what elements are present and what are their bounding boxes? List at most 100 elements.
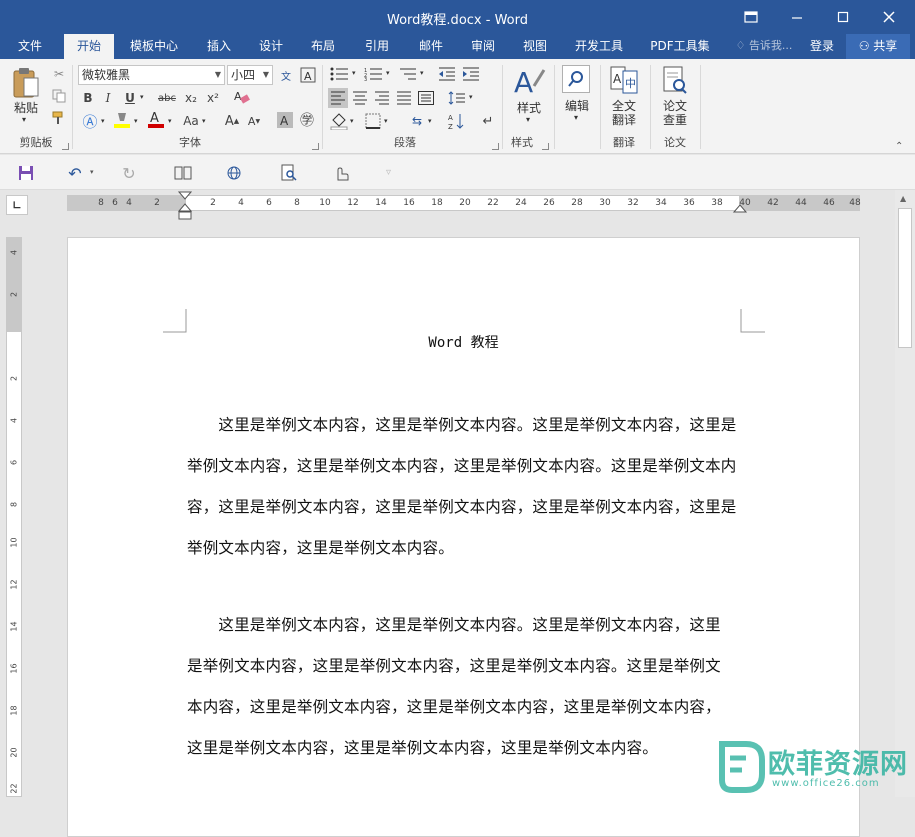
- phonetic-guide-button[interactable]: 文: [276, 65, 296, 85]
- tab-home[interactable]: 开始: [64, 34, 114, 59]
- ribbon-display-options-button[interactable]: [728, 4, 774, 30]
- tab-pdf-tools[interactable]: PDF工具集: [644, 34, 716, 59]
- shading-button[interactable]: [328, 111, 350, 131]
- increase-indent-button[interactable]: [460, 65, 482, 83]
- save-button[interactable]: [16, 163, 36, 183]
- justify-button[interactable]: [394, 88, 414, 108]
- borders-button[interactable]: [362, 111, 384, 131]
- tab-mailings[interactable]: 邮件: [410, 34, 452, 59]
- document-header[interactable]: Word 教程: [67, 332, 860, 352]
- maximize-button[interactable]: [820, 4, 866, 30]
- styles-dialog-launcher[interactable]: [542, 143, 549, 150]
- full-text-translate-button[interactable]: A中: [608, 65, 640, 95]
- align-center-button[interactable]: [350, 88, 370, 108]
- right-indent-marker[interactable]: [733, 203, 747, 213]
- scrollbar-thumb[interactable]: [898, 208, 912, 348]
- tab-review[interactable]: 审阅: [462, 34, 504, 59]
- vertical-scrollbar[interactable]: ▲: [895, 190, 915, 797]
- paragraph-dialog-launcher[interactable]: [492, 143, 499, 150]
- copy-button[interactable]: [50, 87, 68, 105]
- multilevel-list-button[interactable]: [396, 65, 420, 83]
- show-formatting-marks-button[interactable]: ↵: [478, 111, 498, 131]
- line-spacing-button[interactable]: [446, 88, 468, 108]
- editing-button[interactable]: [562, 65, 590, 93]
- bullets-dropdown-arrow[interactable]: ▾: [352, 69, 356, 77]
- clipboard-dialog-launcher[interactable]: [62, 143, 69, 150]
- font-color-button[interactable]: A: [146, 109, 166, 131]
- paragraph-2[interactable]: 这里是举例文本内容，这里是举例文本内容。这里是举例文本内容，这里 是举例文本内容…: [187, 605, 747, 769]
- bullets-button[interactable]: [328, 65, 352, 83]
- tab-template-center[interactable]: 模板中心: [122, 34, 186, 59]
- chinese-layout-button[interactable]: ⇆: [406, 111, 428, 131]
- web-layout-button[interactable]: [224, 163, 246, 183]
- shrink-font-button[interactable]: A ▼: [246, 111, 262, 131]
- paste-dropdown-arrow[interactable]: ▾: [22, 115, 26, 124]
- character-border-button[interactable]: A: [298, 65, 318, 85]
- tab-insert[interactable]: 插入: [198, 34, 240, 59]
- tab-layout[interactable]: 布局: [302, 34, 344, 59]
- print-preview-button[interactable]: [278, 163, 300, 183]
- bold-button[interactable]: B: [80, 89, 96, 107]
- customize-qat-button[interactable]: ▿: [386, 167, 391, 178]
- highlight-dropdown-arrow[interactable]: ▾: [134, 117, 138, 125]
- tab-view[interactable]: 视图: [514, 34, 556, 59]
- touch-mode-button[interactable]: [330, 163, 352, 183]
- chinese-layout-dropdown-arrow[interactable]: ▾: [428, 117, 432, 125]
- numbering-button[interactable]: 123: [362, 65, 386, 83]
- sort-button[interactable]: AZ: [446, 111, 468, 131]
- paste-button[interactable]: [8, 65, 44, 101]
- tab-developer[interactable]: 开发工具: [566, 34, 632, 59]
- redo-button[interactable]: ↻: [118, 163, 140, 183]
- font-color-dropdown-arrow[interactable]: ▾: [168, 117, 172, 125]
- text-effects-dropdown-arrow[interactable]: ▾: [101, 117, 105, 125]
- align-left-button[interactable]: [328, 88, 348, 108]
- share-button[interactable]: ⚇ 共享: [846, 34, 910, 59]
- enclose-characters-button[interactable]: ㊫: [298, 111, 316, 129]
- numbering-dropdown-arrow[interactable]: ▾: [386, 69, 390, 77]
- font-name-combo[interactable]: 微软雅黑 ▼: [78, 65, 225, 85]
- indent-markers[interactable]: [178, 191, 192, 221]
- highlight-button[interactable]: [112, 109, 132, 131]
- editing-dropdown-arrow[interactable]: ▾: [574, 113, 578, 122]
- undo-dropdown-arrow[interactable]: ▾: [90, 168, 94, 176]
- paragraph-1[interactable]: 这里是举例文本内容，这里是举例文本内容。这里是举例文本内容，这里是 举例文本内容…: [187, 405, 747, 569]
- clear-formatting-button[interactable]: A: [232, 87, 252, 107]
- signin-button[interactable]: 登录: [804, 34, 840, 59]
- underline-dropdown-arrow[interactable]: ▾: [140, 93, 144, 101]
- distributed-button[interactable]: [416, 88, 436, 108]
- italic-button[interactable]: I: [100, 89, 116, 107]
- decrease-indent-button[interactable]: [436, 65, 458, 83]
- grow-font-button[interactable]: A ▲: [224, 111, 240, 131]
- change-case-dropdown-arrow[interactable]: ▾: [202, 117, 206, 125]
- undo-button[interactable]: ↶: [64, 163, 86, 183]
- shading-dropdown-arrow[interactable]: ▾: [350, 117, 354, 125]
- read-mode-button[interactable]: [172, 163, 194, 183]
- format-painter-button[interactable]: [50, 109, 68, 127]
- multilevel-dropdown-arrow[interactable]: ▾: [420, 69, 424, 77]
- tab-references[interactable]: 引用: [356, 34, 398, 59]
- tab-design[interactable]: 设计: [250, 34, 292, 59]
- text-effects-button[interactable]: Ⓐ: [80, 111, 100, 131]
- tab-selector-button[interactable]: ∟: [6, 195, 28, 215]
- align-right-button[interactable]: [372, 88, 392, 108]
- font-size-combo[interactable]: 小四 ▼: [227, 65, 273, 85]
- line-spacing-dropdown-arrow[interactable]: ▾: [469, 93, 473, 101]
- subscript-button[interactable]: x₂: [182, 89, 200, 107]
- borders-dropdown-arrow[interactable]: ▾: [384, 117, 388, 125]
- character-shading-button[interactable]: A: [276, 111, 294, 129]
- collapse-ribbon-button[interactable]: ⌃: [895, 141, 903, 152]
- vertical-ruler[interactable]: 4 2 2 4 6 8 10 12 14 16 18 20 22: [6, 237, 22, 797]
- close-button[interactable]: [866, 4, 912, 30]
- underline-button[interactable]: U: [122, 89, 138, 107]
- strikethrough-button[interactable]: abc: [156, 89, 178, 107]
- styles-button[interactable]: A: [510, 63, 548, 99]
- change-case-button[interactable]: Aa: [180, 111, 202, 131]
- superscript-button[interactable]: x²: [204, 89, 222, 107]
- tab-file[interactable]: 文件: [8, 34, 52, 59]
- minimize-button[interactable]: [774, 4, 820, 30]
- tell-me-box[interactable]: ♢ 告诉我...: [728, 34, 800, 59]
- cut-button[interactable]: ✂: [50, 65, 68, 83]
- font-dialog-launcher[interactable]: [312, 143, 319, 150]
- paper-check-button[interactable]: [660, 65, 690, 95]
- scroll-up-arrow[interactable]: ▲: [900, 194, 906, 203]
